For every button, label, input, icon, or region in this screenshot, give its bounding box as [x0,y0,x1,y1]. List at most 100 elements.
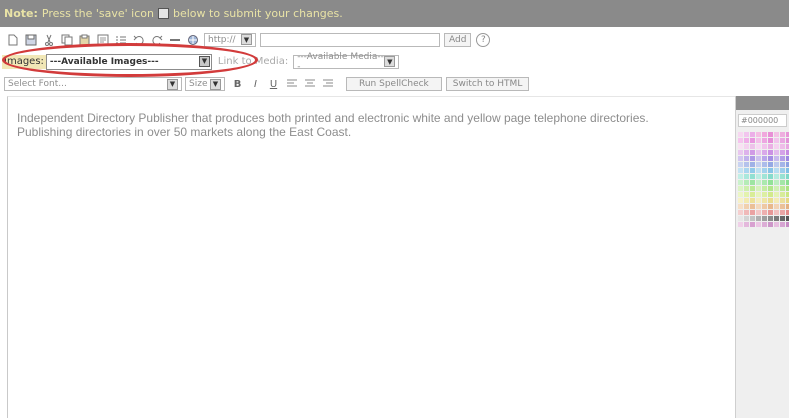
undo-icon[interactable] [132,34,145,46]
color-swatch[interactable] [780,144,785,149]
color-swatch[interactable] [756,168,761,173]
hex-color-input[interactable]: #000000 [738,114,787,127]
color-swatch[interactable] [738,156,743,161]
color-swatch[interactable] [780,156,785,161]
color-swatch[interactable] [750,144,755,149]
color-swatch[interactable] [780,174,785,179]
add-link-button[interactable]: Add [444,32,472,47]
color-swatch[interactable] [762,216,767,221]
horizontal-rule-icon[interactable] [168,34,181,46]
color-swatch[interactable] [762,168,767,173]
align-right-icon[interactable] [321,78,334,90]
color-swatch[interactable] [780,204,785,209]
color-swatch[interactable] [774,132,779,137]
color-swatch[interactable] [738,198,743,203]
color-swatch[interactable] [768,198,773,203]
color-swatch[interactable] [780,222,785,227]
color-swatch[interactable] [744,180,749,185]
color-swatch[interactable] [738,144,743,149]
color-swatch[interactable] [738,138,743,143]
save-icon[interactable] [24,34,37,46]
color-swatch[interactable] [780,192,785,197]
cut-icon[interactable] [42,34,55,46]
color-swatch[interactable] [756,192,761,197]
align-left-icon[interactable] [285,78,298,90]
copy-icon[interactable] [60,34,73,46]
redo-icon[interactable] [150,34,163,46]
color-swatch[interactable] [738,222,743,227]
color-swatch[interactable] [768,180,773,185]
color-swatch[interactable] [750,216,755,221]
color-swatch[interactable] [762,132,767,137]
color-swatch[interactable] [768,168,773,173]
color-swatch[interactable] [738,168,743,173]
color-swatch[interactable] [774,156,779,161]
color-swatch[interactable] [780,138,785,143]
color-swatch[interactable] [780,132,785,137]
new-document-icon[interactable] [6,34,19,46]
color-swatch[interactable] [744,156,749,161]
italic-button[interactable]: I [249,78,262,90]
color-swatch[interactable] [774,198,779,203]
color-swatch[interactable] [774,138,779,143]
color-swatch[interactable] [750,198,755,203]
color-swatch[interactable] [744,210,749,215]
link-icon[interactable] [186,34,199,46]
color-swatch[interactable] [744,204,749,209]
color-swatch[interactable] [744,216,749,221]
color-swatch[interactable] [756,150,761,155]
color-swatch[interactable] [756,180,761,185]
color-swatch[interactable] [768,210,773,215]
color-swatch[interactable] [756,216,761,221]
color-swatch[interactable] [744,174,749,179]
color-swatch[interactable] [750,168,755,173]
color-swatch[interactable] [750,222,755,227]
color-swatch[interactable] [774,150,779,155]
color-swatch[interactable] [774,204,779,209]
color-swatch[interactable] [750,174,755,179]
color-swatch[interactable] [750,150,755,155]
color-swatch[interactable] [762,156,767,161]
color-swatch[interactable] [768,150,773,155]
color-swatch[interactable] [738,210,743,215]
color-swatch[interactable] [768,162,773,167]
color-swatch[interactable] [762,144,767,149]
color-swatch[interactable] [756,162,761,167]
color-swatch[interactable] [744,138,749,143]
color-swatch[interactable] [774,180,779,185]
color-swatch[interactable] [774,186,779,191]
color-swatch[interactable] [738,162,743,167]
color-swatch[interactable] [768,174,773,179]
images-select[interactable]: ---Available Images--- ▼ [45,53,212,70]
color-swatch[interactable] [780,210,785,215]
color-swatch[interactable] [744,192,749,197]
url-input[interactable] [260,32,440,47]
color-swatch[interactable] [768,144,773,149]
color-swatch[interactable] [774,216,779,221]
color-swatch[interactable] [744,198,749,203]
color-swatch[interactable] [750,162,755,167]
color-swatch[interactable] [744,132,749,137]
protocol-select[interactable]: http:// ▼ [204,32,256,47]
help-icon[interactable]: ? [476,32,491,47]
editor-content[interactable]: Independent Directory Publisher that pro… [17,111,697,139]
color-swatch[interactable] [738,192,743,197]
color-swatch[interactable] [780,198,785,203]
color-swatch[interactable] [762,186,767,191]
color-swatch[interactable] [780,162,785,167]
color-swatch[interactable] [750,210,755,215]
color-swatch[interactable] [738,204,743,209]
color-swatch[interactable] [750,192,755,197]
color-swatch[interactable] [756,138,761,143]
color-swatch[interactable] [756,186,761,191]
paste-word-icon[interactable] [96,34,109,46]
color-swatch[interactable] [768,204,773,209]
color-swatch[interactable] [744,144,749,149]
color-swatch[interactable] [768,222,773,227]
color-swatch[interactable] [756,156,761,161]
color-swatch[interactable] [738,132,743,137]
color-swatch[interactable] [762,180,767,185]
color-swatch[interactable] [750,156,755,161]
size-select[interactable]: Size ▼ [185,77,225,91]
color-swatch[interactable] [780,186,785,191]
